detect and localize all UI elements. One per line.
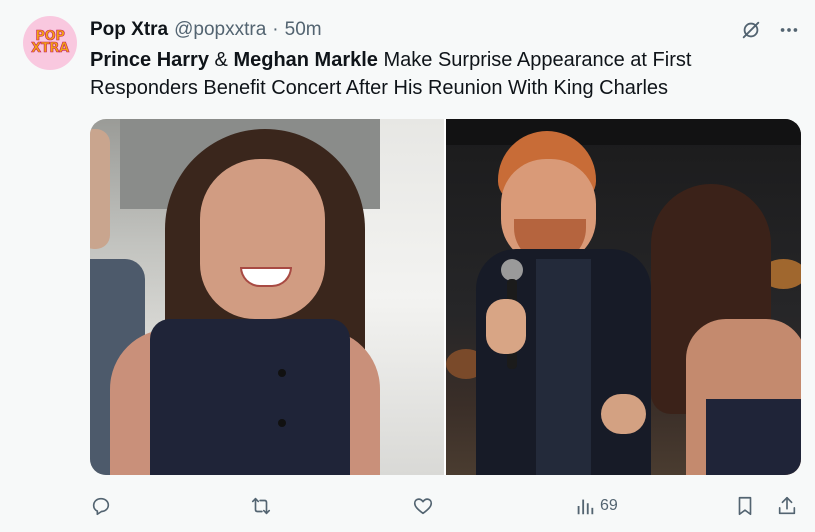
retweet-icon bbox=[251, 497, 271, 515]
tweet-header: Pop Xtra @popxxtra · 50m bbox=[90, 17, 322, 43]
reply-button[interactable] bbox=[90, 490, 112, 522]
bookmark-button[interactable] bbox=[734, 490, 756, 522]
views-icon bbox=[577, 499, 594, 515]
tweet-text: Prince Harry & Meghan Markle Make Surpri… bbox=[90, 46, 780, 102]
photo-right[interactable] bbox=[446, 119, 801, 475]
retweet-button[interactable] bbox=[250, 490, 272, 522]
header-actions bbox=[739, 18, 801, 42]
avatar-logo: POP XTRA bbox=[31, 29, 70, 56]
tweet-timestamp[interactable]: 50m bbox=[285, 19, 322, 41]
ampersand: & bbox=[214, 49, 228, 71]
photo-left[interactable] bbox=[90, 119, 444, 475]
reply-icon bbox=[92, 497, 110, 516]
like-button[interactable] bbox=[412, 490, 434, 522]
avatar[interactable]: POP XTRA bbox=[23, 16, 77, 70]
more-icon[interactable] bbox=[777, 18, 801, 42]
action-bar: 69 bbox=[90, 490, 801, 522]
author-display-name[interactable]: Pop Xtra bbox=[90, 19, 168, 41]
tweet-card[interactable]: POP XTRA Pop Xtra @popxxtra · 50m Prince… bbox=[0, 0, 815, 532]
author-handle[interactable]: @popxxtra bbox=[174, 19, 266, 41]
views-count: 69 bbox=[600, 497, 618, 514]
media-grid bbox=[90, 119, 801, 475]
views-button[interactable]: 69 bbox=[574, 490, 618, 522]
like-icon bbox=[413, 498, 433, 515]
mention-meghan-markle: Meghan Markle bbox=[233, 49, 378, 71]
mention-prince-harry: Prince Harry bbox=[90, 49, 209, 71]
share-button[interactable] bbox=[776, 490, 798, 522]
share-icon bbox=[778, 496, 796, 515]
bookmark-icon bbox=[738, 496, 752, 516]
grok-icon[interactable] bbox=[739, 18, 763, 42]
separator-dot: · bbox=[272, 19, 279, 40]
